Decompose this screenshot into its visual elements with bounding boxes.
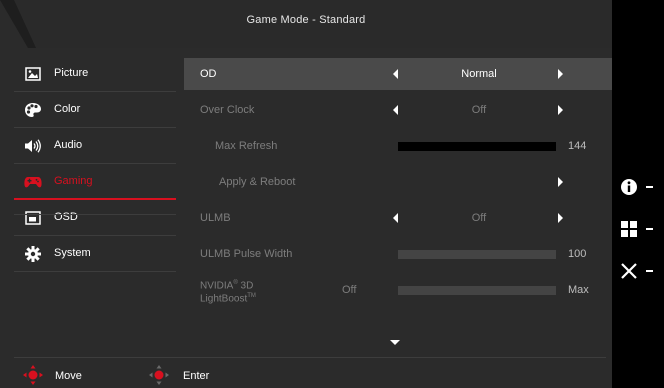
setting-ulmb[interactable]: ULMB Off: [184, 202, 612, 234]
max-refresh-slider[interactable]: [398, 142, 556, 151]
setting-value: 144: [568, 140, 587, 152]
sidebar-item-osd[interactable]: OSD: [14, 200, 176, 236]
enter-dpad-icon: [148, 364, 170, 388]
setting-label: NVIDIA® 3D LightBoostTM: [200, 280, 256, 305]
enter-label: Enter: [183, 370, 210, 382]
lightboost-slider[interactable]: [398, 286, 556, 295]
slider-fill: [398, 142, 556, 151]
setting-over-clock[interactable]: Over Clock Off: [184, 94, 612, 126]
arrow-right-icon[interactable]: [558, 177, 563, 187]
ulmb-pulse-slider[interactable]: [398, 250, 556, 259]
setting-value: Off: [471, 212, 487, 224]
arrow-right-icon[interactable]: [558, 105, 563, 115]
palette-icon: [24, 102, 42, 118]
move-label: Move: [55, 370, 82, 382]
footer: Move Enter: [0, 362, 612, 388]
footer-divider: [14, 357, 606, 358]
sidebar: Picture Color Audio Gaming OSD System: [0, 56, 176, 346]
sidebar-item-picture[interactable]: Picture: [14, 56, 176, 92]
setting-lightboost[interactable]: NVIDIA® 3D LightBoostTM Off Max: [184, 274, 612, 306]
sidebar-item-color[interactable]: Color: [14, 92, 176, 128]
right-button-panel: [612, 0, 664, 388]
menu-button[interactable]: [620, 217, 660, 241]
setting-label: ULMB: [200, 212, 231, 224]
menu-dash: [646, 228, 653, 230]
sidebar-item-label: Audio: [54, 139, 83, 151]
sidebar-divider: [14, 214, 176, 215]
lightboost-state: Off: [342, 284, 357, 296]
sidebar-item-gaming[interactable]: Gaming: [14, 164, 176, 200]
setting-label: Over Clock: [200, 104, 255, 116]
sidebar-item-label: Gaming: [54, 175, 93, 187]
page-title: Game Mode - Standard: [246, 14, 366, 26]
sidebar-item-label: OSD: [54, 211, 78, 223]
arrow-right-icon[interactable]: [558, 69, 563, 79]
setting-max-refresh[interactable]: Max Refresh 144: [184, 130, 612, 162]
move-dpad-icon: [22, 364, 44, 388]
scroll-down-icon[interactable]: [390, 340, 400, 345]
speaker-icon: [24, 138, 42, 154]
osd-menu: Game Mode - Standard Picture Color Audio…: [0, 0, 612, 388]
settings-panel: OD Normal Over Clock Off Max Refresh 144…: [184, 58, 612, 348]
setting-ulmb-pulse-width[interactable]: ULMB Pulse Width 100: [184, 238, 612, 270]
close-button[interactable]: [620, 259, 660, 283]
setting-value: Normal: [461, 68, 497, 80]
sidebar-item-system[interactable]: System: [14, 236, 176, 272]
sidebar-item-label: Picture: [54, 67, 89, 79]
sidebar-item-audio[interactable]: Audio: [14, 128, 176, 164]
osd-window-icon: [24, 210, 42, 226]
arrow-left-icon[interactable]: [393, 69, 398, 79]
setting-value: Off: [471, 104, 487, 116]
sidebar-item-label: Color: [54, 103, 81, 115]
picture-icon: [24, 66, 42, 82]
setting-apply-reboot[interactable]: Apply & Reboot: [184, 166, 612, 198]
gamepad-icon: [24, 174, 42, 190]
sidebar-item-label: System: [54, 247, 91, 259]
close-dash: [646, 270, 653, 272]
setting-od[interactable]: OD Normal: [184, 58, 612, 90]
setting-value: 100: [568, 248, 587, 260]
setting-label: Apply & Reboot: [219, 176, 296, 188]
arrow-right-icon[interactable]: [558, 213, 563, 223]
setting-value: Max: [568, 284, 589, 296]
gear-icon: [24, 246, 42, 262]
info-dash: [646, 186, 653, 188]
setting-label: ULMB Pulse Width: [200, 248, 293, 260]
arrow-left-icon[interactable]: [393, 105, 398, 115]
info-button[interactable]: [620, 175, 660, 199]
arrow-left-icon[interactable]: [393, 213, 398, 223]
setting-label: Max Refresh: [215, 140, 278, 152]
setting-label: OD: [200, 68, 217, 80]
